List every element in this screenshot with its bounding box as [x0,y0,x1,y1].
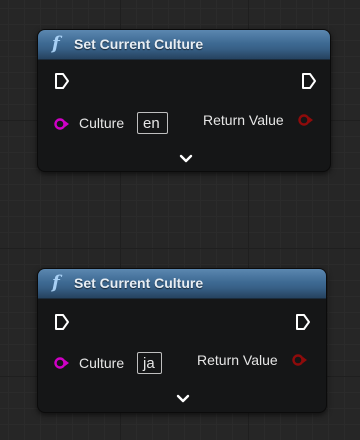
return-value-label: Return Value [197,352,278,368]
node-header[interactable]: f Set Current Culture [38,30,330,60]
exec-in-pin-icon[interactable] [54,72,70,90]
culture-input-label: Culture [79,115,125,131]
function-node-set-current-culture-ja[interactable]: f Set Current Culture Culture ja Return … [37,268,327,413]
string-pin-icon[interactable] [54,118,70,130]
string-pin-icon[interactable] [54,357,70,369]
node-header[interactable]: f Set Current Culture [38,269,326,299]
function-node-set-current-culture-en[interactable]: f Set Current Culture Culture en Return … [37,29,331,172]
function-icon: f [52,272,60,293]
chevron-down-icon[interactable] [179,154,193,164]
culture-input-label: Culture [79,355,125,371]
culture-input-field[interactable]: ja [137,352,162,374]
exec-in-pin-icon[interactable] [54,313,70,331]
chevron-down-icon[interactable] [176,394,190,404]
return-value-label: Return Value [203,112,284,128]
function-icon: f [52,33,60,54]
exec-out-pin-icon[interactable] [295,313,311,331]
bool-pin-icon[interactable] [292,354,308,366]
bool-pin-icon[interactable] [298,114,314,126]
node-title: Set Current Culture [74,36,204,52]
exec-out-pin-icon[interactable] [301,72,317,90]
culture-input-field[interactable]: en [137,112,168,134]
node-title: Set Current Culture [74,275,204,291]
